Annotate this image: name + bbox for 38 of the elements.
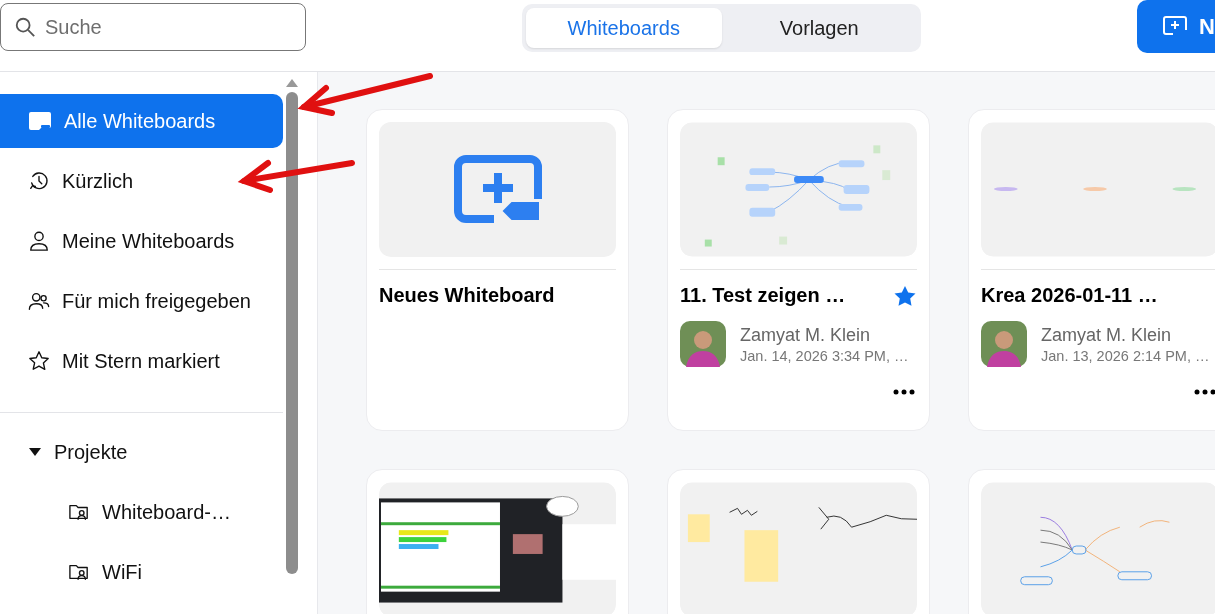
people-icon: [28, 290, 50, 312]
star-icon[interactable]: [893, 284, 917, 307]
shared-folder-icon: [68, 502, 90, 522]
projects-folder[interactable]: Projekte: [0, 425, 283, 479]
star-icon: [28, 350, 50, 372]
project-item[interactable]: WiFi: [0, 545, 283, 599]
author-name: Zamyat M. Klein: [740, 324, 872, 346]
whiteboard-card[interactable]: 11. Test zeigen … Zamyat M. Klein Jan. 14, 2026 3:34 PM, …: [667, 109, 930, 431]
sidebar-item[interactable]: Mit Stern markiert: [0, 334, 283, 388]
author-name: Zamyat M. Klein: [1041, 324, 1173, 346]
more-icon: [1194, 389, 1215, 395]
person-icon: [28, 230, 50, 252]
view-tab[interactable]: Whiteboards: [526, 8, 722, 48]
sidebar-item[interactable]: Für mich freigegeben: [0, 274, 283, 328]
new-whiteboard-card[interactable]: Neues Whiteboard: [366, 109, 629, 431]
date-text: Jan. 14, 2026 3:34 PM, …: [740, 347, 909, 364]
card-title: 11. Test zeigen …: [680, 284, 846, 307]
project-item[interactable]: Whiteboard-…: [0, 485, 283, 539]
scroll-up-icon: [285, 78, 299, 88]
whiteboard-card[interactable]: Krea 2026-01-11 … Zamyat M. Klein Jan. 13, 2026 2:14 PM, …: [968, 109, 1215, 431]
avatar-icon: [981, 321, 1027, 367]
add-whiteboard-icon: [453, 154, 542, 225]
date-text: Jan. 13, 2026 2:14 PM, …: [1041, 347, 1210, 364]
shared-folder-icon: [68, 562, 90, 582]
search-icon: [14, 16, 36, 38]
sidebar-item[interactable]: Alle Whiteboards: [0, 94, 283, 148]
avatar-icon: [680, 321, 726, 367]
card-title: Krea 2026-01-11 …: [981, 284, 1158, 307]
add-whiteboard-icon: [1163, 15, 1187, 38]
sidebar-item[interactable]: Kürzlich: [0, 154, 283, 208]
view-tab[interactable]: Vorlagen: [721, 8, 917, 48]
more-icon: [893, 389, 915, 395]
whiteboard-icon: [28, 110, 52, 132]
search-field[interactable]: Suche: [0, 3, 306, 51]
new-whiteboard-button[interactable]: N: [1137, 0, 1215, 53]
clock-icon: [28, 170, 50, 192]
sidebar-item[interactable]: Meine Whiteboards: [0, 214, 283, 268]
card-title: Neues Whiteboard: [379, 284, 556, 307]
